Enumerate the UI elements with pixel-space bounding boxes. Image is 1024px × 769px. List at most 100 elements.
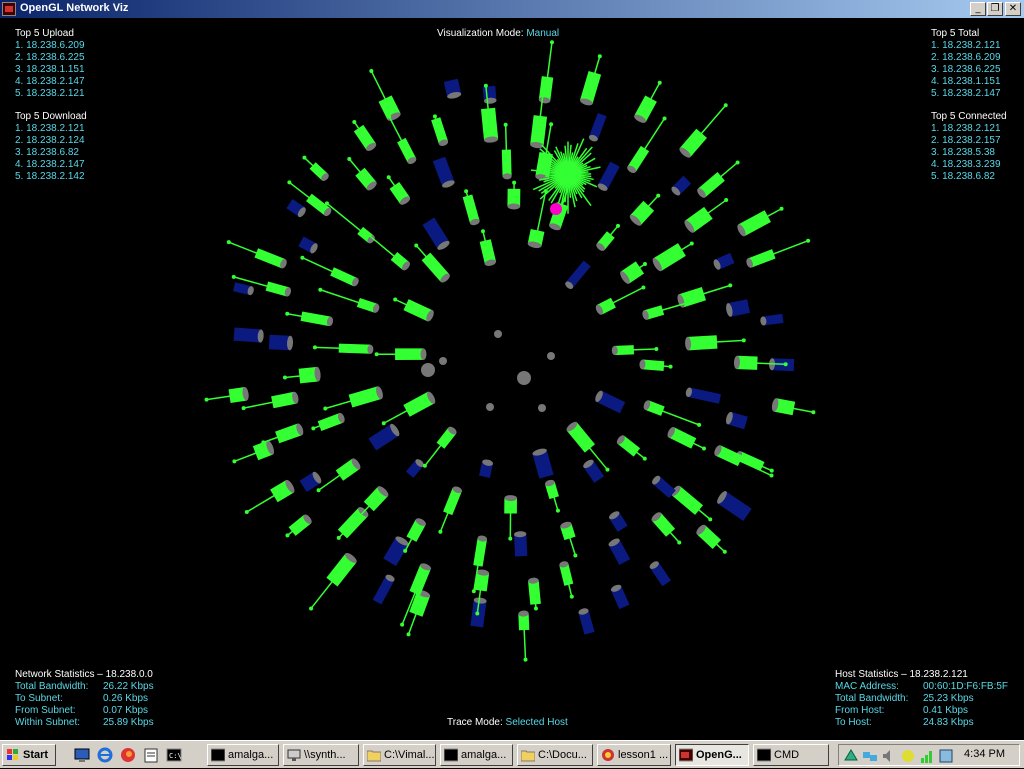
host-endpoint[interactable] — [549, 122, 553, 126]
taskbar-button-lesson1[interactable]: lesson1 ... — [597, 744, 671, 766]
host-endpoint[interactable] — [464, 189, 468, 193]
host-endpoint[interactable] — [387, 114, 391, 118]
host-endpoint[interactable] — [317, 488, 321, 492]
host-node[interactable] — [502, 150, 512, 177]
host-node[interactable] — [688, 388, 721, 404]
host-node[interactable] — [301, 312, 331, 327]
host-endpoint[interactable] — [283, 376, 287, 380]
taskbar-button-cmd[interactable]: CMD — [753, 744, 829, 766]
host-endpoint[interactable] — [311, 426, 315, 430]
host-endpoint[interactable] — [770, 474, 774, 478]
host-endpoint[interactable] — [227, 240, 231, 244]
host-endpoint[interactable] — [780, 207, 784, 211]
notepad-icon[interactable] — [143, 747, 159, 763]
host-endpoint[interactable] — [318, 288, 322, 292]
host-node[interactable] — [514, 534, 527, 557]
taskbar-button-amalga-1[interactable]: amalga... — [207, 744, 279, 766]
messenger-icon[interactable] — [900, 748, 916, 769]
host-endpoint[interactable] — [261, 440, 265, 444]
host-endpoint[interactable] — [375, 352, 379, 356]
host-node[interactable] — [688, 335, 718, 350]
host-endpoint[interactable] — [423, 464, 427, 468]
taskbar-button-opengl[interactable]: OpenG... — [675, 744, 749, 766]
host-endpoint[interactable] — [723, 550, 727, 554]
host-endpoint[interactable] — [658, 81, 662, 85]
host-endpoint[interactable] — [382, 421, 386, 425]
host-endpoint[interactable] — [643, 457, 647, 461]
host-endpoint[interactable] — [696, 298, 700, 302]
host-endpoint[interactable] — [472, 589, 476, 593]
subnet-node[interactable] — [538, 404, 546, 412]
close-button[interactable]: ✕ — [1005, 2, 1021, 16]
host-endpoint[interactable] — [573, 554, 577, 558]
host-endpoint[interactable] — [323, 407, 327, 411]
host-endpoint[interactable] — [352, 120, 356, 124]
maximize-button[interactable]: ❐ — [987, 2, 1003, 16]
host-endpoint[interactable] — [285, 533, 289, 537]
host-endpoint[interactable] — [724, 103, 728, 107]
app-icon[interactable] — [2, 2, 16, 16]
host-endpoint[interactable] — [302, 156, 306, 160]
host-endpoint[interactable] — [325, 201, 329, 205]
selected-host-marker[interactable] — [550, 203, 562, 215]
host-endpoint[interactable] — [245, 510, 249, 514]
host-endpoint[interactable] — [702, 446, 706, 450]
host-endpoint[interactable] — [347, 157, 351, 161]
cmd-icon[interactable]: C:\ — [166, 747, 182, 763]
desktop-icon[interactable] — [74, 747, 90, 763]
taskbar-button-amalga-2[interactable]: amalga... — [440, 744, 513, 766]
ie-icon[interactable] — [97, 747, 113, 763]
host-endpoint[interactable] — [337, 536, 341, 540]
host-endpoint[interactable] — [811, 410, 815, 414]
volume-icon[interactable] — [881, 748, 897, 769]
host-node[interactable] — [530, 115, 547, 146]
host-node-cap[interactable] — [420, 348, 426, 360]
host-endpoint[interactable] — [484, 84, 488, 88]
host-endpoint[interactable] — [654, 347, 658, 351]
host-endpoint[interactable] — [205, 398, 209, 402]
host-endpoint[interactable] — [656, 194, 660, 198]
network-graph[interactable] — [0, 18, 1024, 740]
host-endpoint[interactable] — [708, 517, 712, 521]
host-endpoint[interactable] — [481, 229, 485, 233]
host-endpoint[interactable] — [354, 518, 358, 522]
host-endpoint[interactable] — [677, 541, 681, 545]
taskbar-button-vimal-folder[interactable]: C:\Vimal... — [363, 744, 436, 766]
host-endpoint[interactable] — [616, 224, 620, 228]
host-endpoint[interactable] — [393, 298, 397, 302]
taskbar-button-documents-folder[interactable]: C:\Docu... — [517, 744, 593, 766]
host-node[interactable] — [339, 344, 371, 354]
host-endpoint[interactable] — [309, 606, 313, 610]
host-node[interactable] — [395, 348, 423, 360]
subnet-node[interactable] — [486, 403, 494, 411]
host-endpoint[interactable] — [605, 468, 609, 472]
subnet-node[interactable] — [547, 352, 555, 360]
host-endpoint[interactable] — [433, 114, 437, 118]
host-node[interactable] — [528, 580, 541, 605]
host-endpoint[interactable] — [414, 243, 418, 247]
host-endpoint[interactable] — [508, 537, 512, 541]
subnet-node[interactable] — [421, 363, 435, 377]
host-link[interactable] — [327, 203, 366, 235]
host-endpoint[interactable] — [504, 123, 508, 127]
host-endpoint[interactable] — [369, 69, 373, 73]
host-endpoint[interactable] — [543, 79, 547, 83]
host-endpoint[interactable] — [697, 423, 701, 427]
host-endpoint[interactable] — [232, 459, 236, 463]
host-endpoint[interactable] — [512, 181, 516, 185]
host-endpoint[interactable] — [742, 338, 746, 342]
host-endpoint[interactable] — [524, 658, 528, 662]
subnet-node[interactable] — [494, 330, 502, 338]
host-endpoint[interactable] — [534, 606, 538, 610]
host-endpoint[interactable] — [362, 229, 366, 233]
host-endpoint[interactable] — [403, 549, 407, 553]
host-endpoint[interactable] — [556, 509, 560, 513]
host-node[interactable] — [481, 108, 498, 141]
firefox-icon[interactable] — [120, 747, 136, 763]
host-endpoint[interactable] — [669, 365, 673, 369]
host-endpoint[interactable] — [475, 612, 479, 616]
visualization-canvas[interactable]: Top 5 Upload 1. 18.238.6.209 2. 18.238.6… — [0, 18, 1024, 740]
host-endpoint[interactable] — [242, 406, 246, 410]
host-endpoint[interactable] — [643, 262, 647, 266]
host-endpoint[interactable] — [300, 256, 304, 260]
